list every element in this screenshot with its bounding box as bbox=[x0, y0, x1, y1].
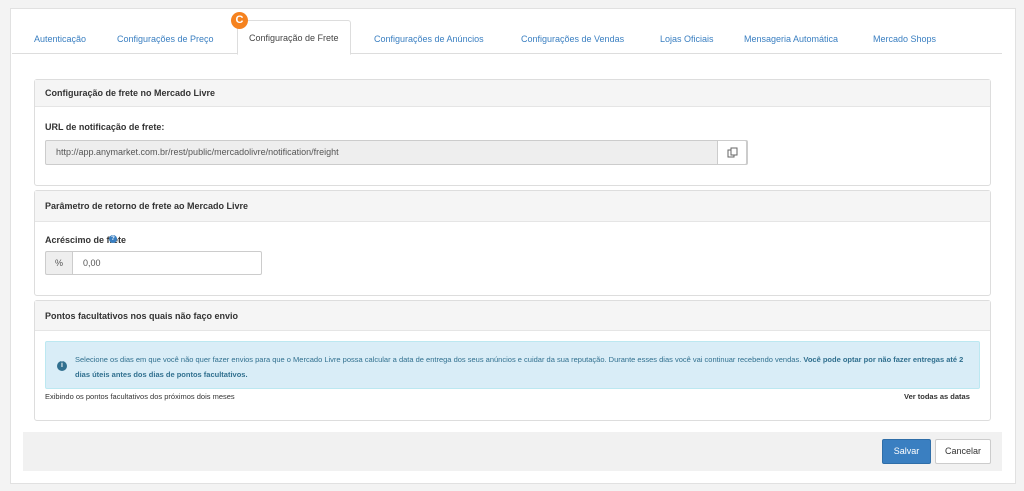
info-icon: i bbox=[57, 361, 67, 371]
info-text: Selecione os dias em que você não quer f… bbox=[75, 352, 975, 382]
info-alert: i Selecione os dias em que você não quer… bbox=[45, 341, 980, 389]
tab-mensageria-automatica[interactable]: Mensageria Automática bbox=[744, 24, 838, 54]
panel-title: Configuração de frete no Mercado Livre bbox=[35, 80, 990, 107]
view-all-dates-link[interactable]: Ver todas as datas bbox=[904, 392, 970, 401]
panel-title: Parâmetro de retorno de frete ao Mercado… bbox=[35, 191, 990, 222]
tab-configuracoes-preco[interactable]: Configurações de Preço bbox=[117, 24, 214, 54]
url-field[interactable]: http://app.anymarket.com.br/rest/public/… bbox=[45, 140, 748, 165]
panel-title: Pontos facultativos nos quais não faço e… bbox=[35, 301, 990, 331]
info-message: Selecione os dias em que você não quer f… bbox=[75, 355, 802, 364]
percent-addon: % bbox=[45, 251, 72, 275]
copy-url-button[interactable] bbox=[717, 140, 747, 165]
freight-return-panel: Parâmetro de retorno de frete ao Mercado… bbox=[34, 190, 991, 296]
question-icon[interactable]: ? bbox=[109, 235, 117, 243]
freight-notification-panel: Configuração de frete no Mercado Livre U… bbox=[34, 79, 991, 186]
tab-autenticacao[interactable]: Autenticação bbox=[34, 24, 86, 54]
form-footer bbox=[23, 432, 1002, 471]
tab-configuracoes-anuncios[interactable]: Configurações de Anúncios bbox=[374, 24, 484, 54]
tab-configuracao-frete[interactable]: Configuração de Frete bbox=[237, 20, 351, 55]
step-badge: C bbox=[231, 12, 248, 29]
tab-configuracoes-vendas[interactable]: Configurações de Vendas bbox=[521, 24, 624, 54]
url-label: URL de notificação de frete: bbox=[45, 122, 165, 132]
tab-mercado-shops[interactable]: Mercado Shops bbox=[873, 24, 936, 54]
tab-lojas-oficiais[interactable]: Lojas Oficiais bbox=[660, 24, 714, 54]
tab-bar: Autenticação Configurações de Preço Conf… bbox=[12, 14, 1002, 55]
showing-text: Exibindo os pontos facultativos dos próx… bbox=[45, 392, 235, 401]
url-value: http://app.anymarket.com.br/rest/public/… bbox=[56, 147, 339, 157]
copy-icon bbox=[727, 147, 738, 158]
surcharge-input[interactable]: 0,00 bbox=[72, 251, 262, 275]
save-button[interactable]: Salvar bbox=[882, 439, 931, 464]
cancel-button[interactable]: Cancelar bbox=[935, 439, 991, 464]
